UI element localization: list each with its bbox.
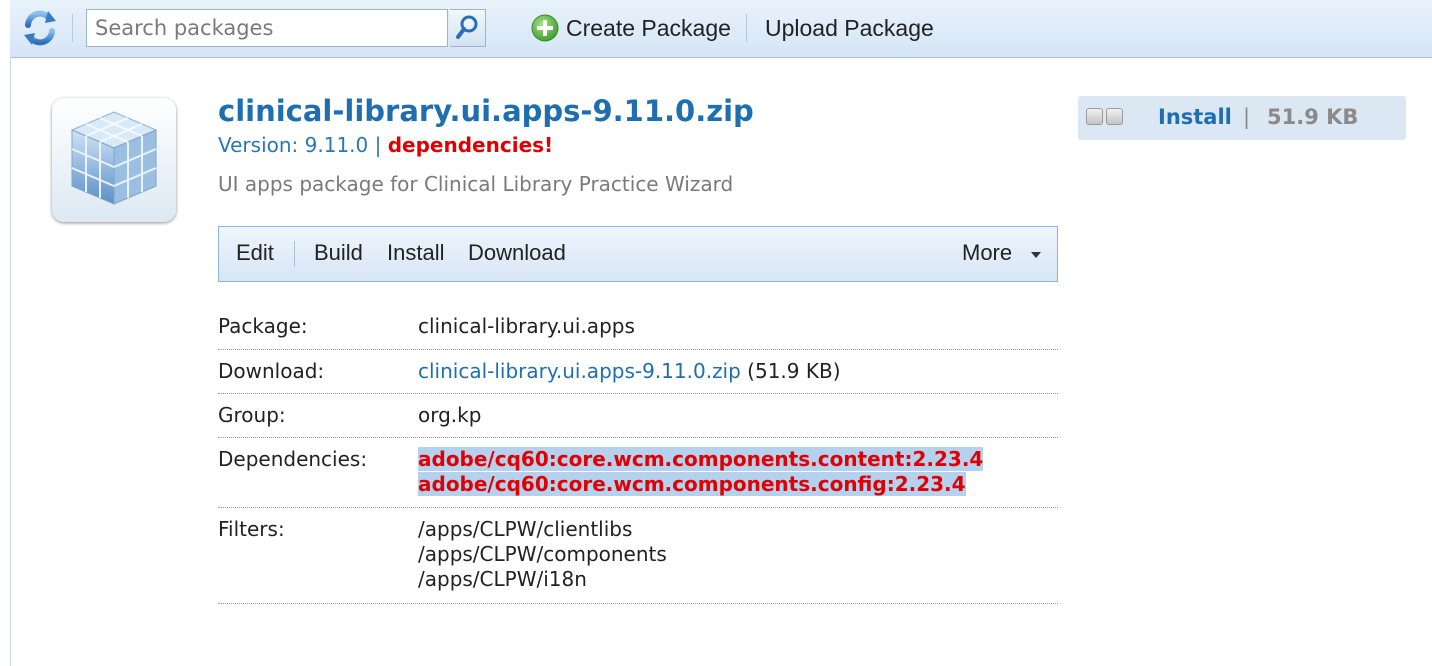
magnifier-icon — [456, 15, 478, 39]
package-value: clinical-library.ui.apps — [418, 314, 635, 338]
download-label: Download: — [218, 359, 325, 383]
build-button[interactable]: Build — [314, 240, 363, 266]
dependencies-warning: dependencies! — [387, 133, 554, 157]
detail-row-group: Group: org.kp — [218, 394, 1058, 438]
upload-package-button[interactable]: Upload Package — [765, 15, 934, 42]
filter-item: /apps/CLPW/clientlibs — [418, 517, 633, 541]
toolbar-separator — [72, 14, 73, 42]
detail-row-dependencies: Dependencies: adobe/cq60:core.wcm.compon… — [218, 438, 1058, 508]
dependencies-label: Dependencies: — [218, 447, 368, 471]
refresh-button[interactable] — [18, 5, 62, 49]
version-separator: | — [374, 133, 382, 157]
download-size: (51.9 KB) — [747, 359, 841, 383]
package-action-bar: Edit Build Install Download More — [218, 226, 1058, 282]
download-value: clinical-library.ui.apps-9.11.0.zip (51.… — [418, 359, 841, 383]
version-text: Version: 9.11.0 — [218, 133, 369, 157]
group-value: org.kp — [418, 403, 482, 427]
download-link[interactable]: clinical-library.ui.apps-9.11.0.zip — [418, 359, 741, 383]
detail-row-filters: Filters: /apps/CLPW/clientlibs /apps/CLP… — [218, 508, 1058, 604]
status-install-link[interactable]: Install — [1158, 105, 1232, 129]
search-input[interactable] — [86, 9, 448, 47]
top-toolbar: Create Package Upload Package — [10, 0, 1432, 58]
filters-label: Filters: — [218, 517, 285, 541]
status-separator: | — [1243, 105, 1251, 129]
dependency-link[interactable]: adobe/cq60:core.wcm.components.config:2.… — [418, 472, 966, 496]
package-title[interactable]: clinical-library.ui.apps-9.11.0.zip — [218, 94, 754, 128]
filter-item: /apps/CLPW/i18n — [418, 567, 587, 591]
status-indicator-icon — [1106, 108, 1123, 125]
refresh-icon — [24, 10, 56, 46]
green-plus-icon — [531, 14, 559, 42]
create-package-button[interactable]: Create Package — [530, 10, 731, 46]
content-border — [10, 57, 11, 666]
more-button[interactable]: More — [962, 240, 1012, 266]
status-indicator-icon — [1086, 108, 1103, 125]
package-label: Package: — [218, 314, 308, 338]
dependency-link[interactable]: adobe/cq60:core.wcm.components.content:2… — [418, 447, 984, 471]
package-description: UI apps package for Clinical Library Pra… — [218, 172, 734, 196]
detail-row-download: Download: clinical-library.ui.apps-9.11.… — [218, 350, 1058, 394]
search-button[interactable] — [450, 9, 486, 47]
toolbar-separator — [746, 14, 747, 42]
install-button[interactable]: Install — [387, 240, 444, 266]
create-package-label: Create Package — [566, 14, 731, 41]
status-size: 51.9 KB — [1267, 105, 1359, 129]
filters-list: /apps/CLPW/clientlibs /apps/CLPW/compone… — [418, 517, 667, 592]
group-label: Group: — [218, 403, 286, 427]
chevron-down-icon[interactable] — [1031, 252, 1041, 258]
action-separator — [294, 241, 295, 267]
dependencies-list: adobe/cq60:core.wcm.components.content:2… — [418, 447, 984, 497]
version-line: Version: 9.11.0 | dependencies! — [218, 133, 553, 157]
download-button[interactable]: Download — [468, 240, 566, 266]
detail-row-package: Package: clinical-library.ui.apps — [218, 305, 1058, 350]
filter-item: /apps/CLPW/components — [418, 542, 667, 566]
package-cube-icon — [52, 98, 176, 222]
edit-button[interactable]: Edit — [236, 240, 274, 266]
status-box: Install | 51.9 KB — [1078, 96, 1406, 140]
